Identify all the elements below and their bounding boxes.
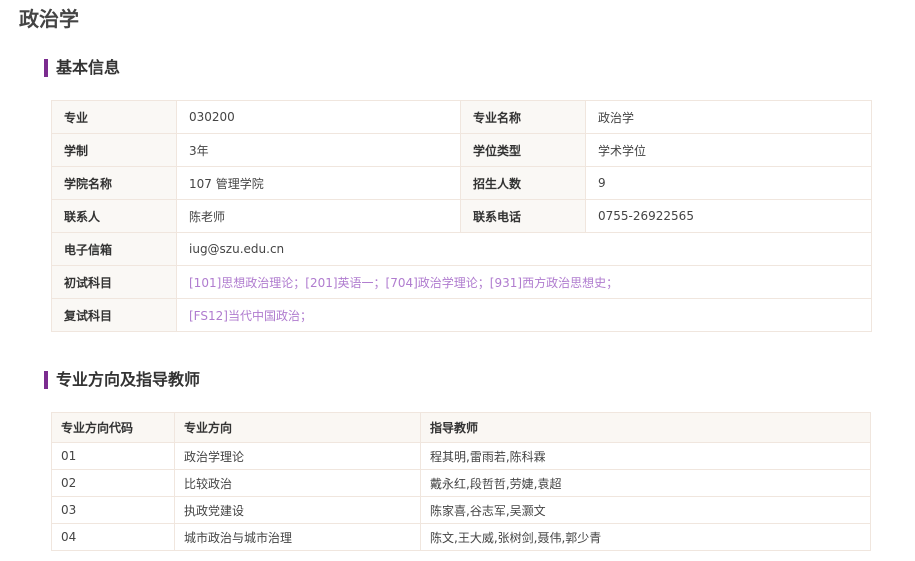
degree-type-label: 学位类型 bbox=[460, 133, 586, 167]
column-header-code: 专业方向代码 bbox=[51, 412, 175, 443]
duration-label: 学制 bbox=[51, 133, 177, 167]
direction-name: 城市政治与城市治理 bbox=[174, 523, 421, 551]
info-row-major: 专业 030200 专业名称 政治学 bbox=[51, 100, 872, 134]
info-row-college: 学院名称 107 管理学院 招生人数 9 bbox=[51, 166, 872, 200]
direction-code: 02 bbox=[51, 469, 175, 497]
direction-code: 03 bbox=[51, 496, 175, 524]
direction-name: 政治学理论 bbox=[174, 442, 421, 470]
column-header-advisors: 指导教师 bbox=[420, 412, 871, 443]
phone-value: 0755-26922565 bbox=[585, 199, 872, 233]
column-header-direction: 专业方向 bbox=[174, 412, 421, 443]
directions-heading: 专业方向及指导教师 bbox=[44, 371, 200, 389]
duration-value: 3年 bbox=[176, 133, 461, 167]
major-code-label: 专业 bbox=[51, 100, 177, 134]
direction-name: 比较政治 bbox=[174, 469, 421, 497]
info-row-email: 电子信箱 iug@szu.edu.cn bbox=[51, 232, 872, 266]
info-row-retest: 复试科目 [FS12]当代中国政治； bbox=[51, 298, 872, 332]
major-name-label: 专业名称 bbox=[460, 100, 586, 134]
direction-advisors: 戴永红,段哲哲,劳婕,袁超 bbox=[420, 469, 871, 497]
prelim-subjects-label: 初试科目 bbox=[51, 265, 177, 299]
table-row: 03 执政党建设 陈家喜,谷志军,吴灏文 bbox=[51, 496, 871, 524]
direction-name: 执政党建设 bbox=[174, 496, 421, 524]
enrollment-label: 招生人数 bbox=[460, 166, 586, 200]
page-title: 政治学 bbox=[19, 7, 79, 31]
table-row: 01 政治学理论 程其明,雷雨若,陈科霖 bbox=[51, 442, 871, 470]
info-row-prelim: 初试科目 [101]思想政治理论；[201]英语一；[704]政治学理论；[93… bbox=[51, 265, 872, 299]
direction-code: 01 bbox=[51, 442, 175, 470]
direction-advisors: 陈家喜,谷志军,吴灏文 bbox=[420, 496, 871, 524]
email-label: 电子信箱 bbox=[51, 232, 177, 266]
info-row-contact: 联系人 陈老师 联系电话 0755-26922565 bbox=[51, 199, 872, 233]
prelim-subjects-link[interactable]: [101]思想政治理论；[201]英语一；[704]政治学理论；[931]西方政… bbox=[176, 265, 872, 299]
direction-advisors: 程其明,雷雨若,陈科霖 bbox=[420, 442, 871, 470]
enrollment-value: 9 bbox=[585, 166, 872, 200]
basic-info-heading: 基本信息 bbox=[44, 59, 120, 77]
contact-label: 联系人 bbox=[51, 199, 177, 233]
contact-value: 陈老师 bbox=[176, 199, 461, 233]
basic-info-table: 专业 030200 专业名称 政治学 学制 3年 学位类型 学术学位 学院名称 … bbox=[51, 100, 872, 332]
major-name-value: 政治学 bbox=[585, 100, 872, 134]
table-row: 02 比较政治 戴永红,段哲哲,劳婕,袁超 bbox=[51, 469, 871, 497]
retest-subjects-link[interactable]: [FS12]当代中国政治； bbox=[176, 298, 872, 332]
info-row-duration: 学制 3年 学位类型 学术学位 bbox=[51, 133, 872, 167]
degree-type-value: 学术学位 bbox=[585, 133, 872, 167]
page: 政治学 基本信息 专业 030200 专业名称 政治学 学制 3年 学位类型 学… bbox=[0, 0, 915, 561]
direction-advisors: 陈文,王大威,张树剑,聂伟,郭少青 bbox=[420, 523, 871, 551]
directions-table: 专业方向代码 专业方向 指导教师 01 政治学理论 程其明,雷雨若,陈科霖 02… bbox=[51, 412, 871, 551]
phone-label: 联系电话 bbox=[460, 199, 586, 233]
major-code-value: 030200 bbox=[176, 100, 461, 134]
directions-header-row: 专业方向代码 专业方向 指导教师 bbox=[51, 412, 871, 443]
college-label: 学院名称 bbox=[51, 166, 177, 200]
table-row: 04 城市政治与城市治理 陈文,王大威,张树剑,聂伟,郭少青 bbox=[51, 523, 871, 551]
college-value: 107 管理学院 bbox=[176, 166, 461, 200]
email-value: iug@szu.edu.cn bbox=[176, 232, 872, 266]
retest-subjects-label: 复试科目 bbox=[51, 298, 177, 332]
direction-code: 04 bbox=[51, 523, 175, 551]
